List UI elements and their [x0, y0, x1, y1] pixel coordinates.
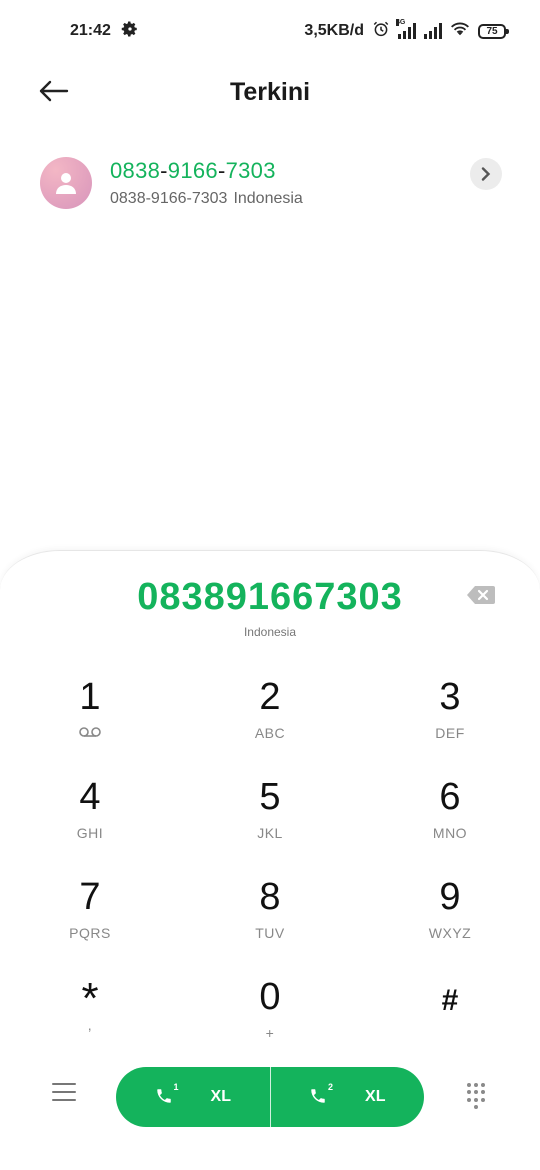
key-4[interactable]: 4 GHI [0, 769, 180, 869]
call-buttons: 1 XL 2 XL [116, 1067, 424, 1127]
key-8[interactable]: 8 TUV [180, 869, 360, 969]
sim1-slot: 1 [173, 1082, 179, 1092]
key-letters: MNO [432, 825, 468, 841]
key-digit: 7 [79, 876, 101, 918]
key-letters: DEF [435, 725, 465, 741]
result-number-part: 0838 [110, 158, 161, 183]
dialpad-icon-dot [467, 1097, 471, 1102]
key-digit: 6 [439, 776, 461, 818]
dialpad-icon-dot [474, 1097, 478, 1102]
arrow-left-icon [39, 80, 69, 102]
result-subtitle: 0838-9166-7303 Indonesia [110, 190, 470, 208]
key-digit: # [441, 984, 459, 1017]
recent-result-row[interactable]: 0838-9166-7303 0838-9166-7303 Indonesia [40, 150, 502, 216]
key-letters: , [87, 1017, 93, 1033]
key-letters: GHI [76, 825, 104, 841]
key-7[interactable]: 7 PQRS [0, 869, 180, 969]
call-sim2-button[interactable]: 2 XL [271, 1067, 425, 1127]
result-number-dash: - [217, 158, 226, 183]
dialpad-icon-dot [474, 1104, 478, 1109]
back-button[interactable] [36, 76, 70, 106]
network-speed: 3,5KB/d [304, 22, 364, 39]
dialpad-icon-dot [481, 1083, 485, 1087]
dialpad-icon [467, 1083, 471, 1087]
dialpad-icon-dot [467, 1090, 471, 1095]
alarm-icon [372, 20, 390, 43]
page-title: Terkini [229, 77, 311, 106]
menu-icon-bar [52, 1091, 76, 1093]
key-letters: JKL [257, 825, 283, 841]
key-letters: TUV [255, 925, 285, 941]
key-star[interactable]: * , [0, 969, 180, 1069]
chevron-right-icon [481, 167, 491, 181]
dialpad-toggle-button[interactable] [467, 1083, 487, 1109]
key-hash[interactable]: # [360, 969, 540, 1069]
result-text: 0838-9166-7303 0838-9166-7303 Indonesia [110, 158, 470, 208]
key-letters: + [265, 1025, 275, 1041]
key-digit: 4 [79, 776, 101, 818]
signal-icon [424, 23, 442, 39]
dialpad-icon-dot [481, 1090, 485, 1095]
backspace-button[interactable] [466, 585, 496, 605]
sim2-label: XL [365, 1088, 386, 1105]
key-letters: PQRS [69, 925, 111, 941]
voicemail-icon [79, 725, 101, 741]
backspace-icon [467, 586, 495, 604]
dialed-country: Indonesia [243, 625, 297, 639]
sim1-label: XL [210, 1088, 231, 1105]
result-number-dash: - [160, 158, 168, 183]
status-right: 3,5KB/d 4G 75 [304, 19, 509, 43]
dialpad-icon-dot [474, 1090, 478, 1095]
menu-icon [52, 1083, 76, 1085]
signal-icon: 4G [396, 19, 416, 39]
key-digit: 0 [259, 976, 281, 1018]
result-subtitle-number: 0838-9166-7303 [110, 190, 228, 207]
result-number: 0838-9166-7303 [110, 158, 470, 184]
key-0[interactable]: 0 + [180, 969, 360, 1069]
phone-sim2-icon: 2 [309, 1082, 333, 1107]
result-subtitle-location: Indonesia [233, 190, 303, 207]
key-digit: 3 [439, 676, 461, 718]
network-type: 4G [396, 19, 406, 26]
key-digit: 2 [259, 676, 281, 718]
gear-icon [121, 20, 139, 43]
status-bar: 21:42 3,5KB/d 4G 75 [0, 0, 540, 62]
key-digit: 8 [259, 876, 281, 918]
header: Terkini [0, 62, 540, 122]
key-letters: WXYZ [428, 925, 472, 941]
battery-icon: 75 [478, 23, 509, 39]
key-5[interactable]: 5 JKL [180, 769, 360, 869]
dialpad-icon-dot [474, 1083, 478, 1087]
avatar [40, 157, 92, 209]
menu-icon-bar [52, 1099, 76, 1101]
call-sim1-button[interactable]: 1 XL [116, 1067, 270, 1127]
key-digit: 1 [79, 676, 101, 718]
result-number-part: 7303 [225, 158, 276, 183]
dialed-number[interactable]: 083891667303 [0, 576, 540, 619]
key-9[interactable]: 9 WXYZ [360, 869, 540, 969]
phone-sim1-icon: 1 [155, 1082, 179, 1107]
keypad: 1 2 ABC 3 DEF 4 GHI 5 JKL 6 MNO 7 PQRS 8… [0, 669, 540, 1069]
key-6[interactable]: 6 MNO [360, 769, 540, 869]
menu-button[interactable] [52, 1083, 76, 1107]
result-number-part: 9166 [167, 158, 218, 183]
key-1[interactable]: 1 [0, 669, 180, 769]
key-digit: * [81, 974, 99, 1023]
key-digit: 5 [259, 776, 281, 818]
key-2[interactable]: 2 ABC [180, 669, 360, 769]
key-3[interactable]: 3 DEF [360, 669, 540, 769]
contact-detail-button[interactable] [470, 158, 502, 190]
key-letters: ABC [254, 725, 286, 741]
status-left: 21:42 [70, 20, 139, 43]
key-digit: 9 [439, 876, 461, 918]
wifi-icon [450, 21, 470, 42]
person-icon [56, 173, 76, 194]
dialpad-icon-dot [481, 1097, 485, 1102]
sim2-slot: 2 [328, 1082, 334, 1092]
status-time: 21:42 [70, 22, 111, 39]
